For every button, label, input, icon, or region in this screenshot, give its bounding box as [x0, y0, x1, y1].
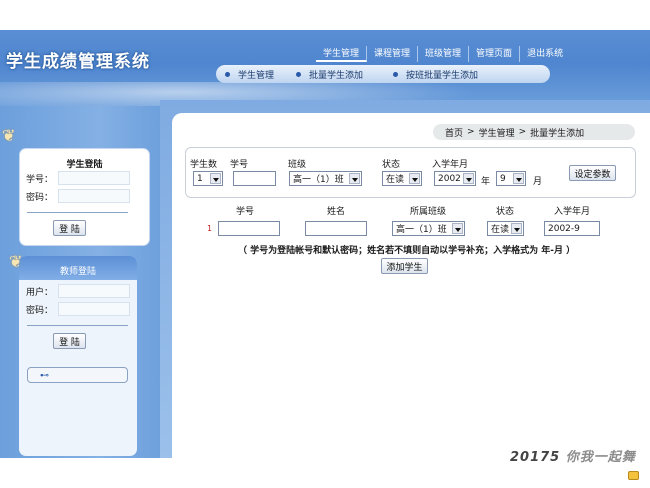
student-count-select[interactable]: 1 — [193, 171, 223, 186]
column-header-class: 所属班级 — [410, 207, 447, 217]
student-id-start-label: 学号 — [230, 160, 249, 170]
message-icon[interactable] — [628, 471, 639, 480]
chevron-down-icon — [513, 173, 524, 184]
class-select[interactable]: 高一（1）班 — [289, 171, 362, 186]
chevron-down-icon — [409, 173, 420, 184]
status-label: 状态 — [382, 160, 401, 170]
nav-class-management[interactable]: 班级管理 — [418, 46, 470, 62]
chevron-down-icon — [210, 173, 221, 184]
butterfly-icon: ❦ — [9, 252, 23, 271]
row-number: 1 — [207, 224, 213, 233]
column-header-enroll-date: 入学年月 — [554, 207, 591, 217]
teacher-user-label: 用户： — [26, 287, 54, 298]
student-id-row: 学号： — [26, 171, 130, 185]
student-password-input[interactable] — [58, 189, 130, 203]
subnav-batch-add-by-class[interactable]: 按班批量学生添加 — [393, 68, 478, 81]
nav-course-management[interactable]: 课程管理 — [367, 46, 419, 62]
subnav-label: 批量学生添加 — [309, 70, 364, 81]
student-id-start-input[interactable] — [233, 171, 276, 186]
format-note: （ 学号为登陆帐号和默认密码；姓名若不填则自动以学号补充；入学格式为 年-月 ） — [238, 246, 576, 256]
student-id-input[interactable] — [58, 171, 130, 185]
chevron-down-icon — [463, 173, 474, 184]
subnav-batch-add[interactable]: 批量学生添加 — [296, 68, 363, 81]
student-count-label: 学生数 — [190, 160, 218, 170]
bullet-icon — [393, 71, 399, 77]
row-enroll-date-input[interactable]: 2002-9 — [544, 221, 600, 236]
class-label: 班级 — [288, 160, 307, 170]
teacher-user-row: 用户： — [26, 284, 130, 298]
sub-nav: 学生管理 批量学生添加 按班批量学生添加 — [216, 65, 550, 83]
row-class-value: 高一（1）班 — [396, 225, 447, 235]
subnav-label: 按班批量学生添加 — [406, 70, 479, 81]
breadcrumb-separator: > — [518, 127, 527, 137]
student-id-label: 学号： — [26, 174, 54, 185]
teacher-login-header: 教师登陆 — [19, 256, 137, 280]
column-header-status: 状态 — [496, 207, 515, 217]
set-parameters-button[interactable]: 设定参数 — [569, 165, 616, 181]
row-student-name-input[interactable] — [305, 221, 367, 236]
student-count-value: 1 — [197, 173, 203, 184]
footer-logo: 20175 你我一起舞 — [510, 446, 636, 465]
student-password-row: 密码： — [26, 189, 130, 203]
teacher-password-row: 密码： — [26, 302, 130, 316]
subnav-student-management[interactable]: 学生管理 — [225, 68, 274, 81]
class-value: 高一（1）班 — [293, 175, 344, 185]
month-value: 9 — [500, 173, 506, 184]
teacher-user-input[interactable] — [58, 284, 130, 298]
top-nav: 学生管理 课程管理 班级管理 管理页面 退出系统 — [316, 46, 570, 62]
key-icon: ⊷ — [40, 371, 49, 381]
teacher-password-input[interactable] — [58, 302, 130, 316]
row-status-select[interactable]: 在读 — [487, 221, 524, 236]
month-unit: 月 — [533, 177, 543, 187]
butterfly-icon: ❦ — [2, 126, 16, 145]
student-login-button[interactable]: 登 陆 — [53, 220, 86, 236]
breadcrumb-current: 批量学生添加 — [530, 128, 585, 139]
month-select[interactable]: 9 — [496, 171, 526, 186]
teacher-login-title: 教师登陆 — [59, 267, 96, 277]
chevron-down-icon — [349, 173, 360, 184]
nav-admin-page[interactable]: 管理页面 — [469, 46, 521, 62]
footer-logo-slogan: 你我一起舞 — [565, 450, 636, 465]
nav-logout[interactable]: 退出系统 — [520, 46, 570, 62]
nav-student-management[interactable]: 学生管理 — [316, 46, 368, 62]
enroll-date-label: 入学年月 — [432, 160, 469, 170]
student-login-title: 学生登陆 — [66, 160, 103, 170]
row-status-value: 在读 — [491, 225, 510, 235]
status-select[interactable]: 在读 — [382, 171, 422, 186]
year-value: 2002 — [438, 173, 461, 184]
year-select[interactable]: 2002 — [434, 171, 476, 186]
chevron-down-icon — [452, 223, 463, 234]
teacher-password-label: 密码： — [26, 305, 54, 316]
breadcrumb-student-management[interactable]: 学生管理 — [479, 126, 515, 139]
subnav-label: 学生管理 — [238, 70, 275, 81]
divider — [27, 212, 128, 213]
link-bar[interactable]: ⊷ — [27, 367, 128, 383]
breadcrumb-separator: > — [467, 127, 475, 137]
column-header-name: 姓名 — [327, 207, 346, 217]
add-student-button[interactable]: 添加学生 — [381, 258, 428, 274]
breadcrumb-home[interactable]: 首页 — [445, 126, 463, 139]
chevron-down-icon — [511, 223, 522, 234]
breadcrumb: 首页 > 学生管理 > 批量学生添加 — [433, 124, 635, 140]
student-password-label: 密码： — [26, 192, 54, 203]
footer-logo-number: 20175 — [510, 450, 561, 465]
app-logo-title: 学生成绩管理系统 — [6, 52, 150, 72]
row-class-select[interactable]: 高一（1）班 — [392, 221, 465, 236]
row-student-id-input[interactable] — [218, 221, 280, 236]
bullet-icon — [296, 71, 302, 77]
teacher-login-button[interactable]: 登 陆 — [53, 333, 86, 349]
bullet-icon — [225, 71, 230, 77]
status-value: 在读 — [386, 175, 405, 185]
divider — [27, 325, 128, 326]
column-header-id: 学号 — [236, 207, 255, 217]
year-unit: 年 — [481, 177, 491, 187]
app-window: 学生成绩管理系统 学生管理 课程管理 班级管理 管理页面 退出系统 学生管理 批… — [0, 0, 650, 488]
